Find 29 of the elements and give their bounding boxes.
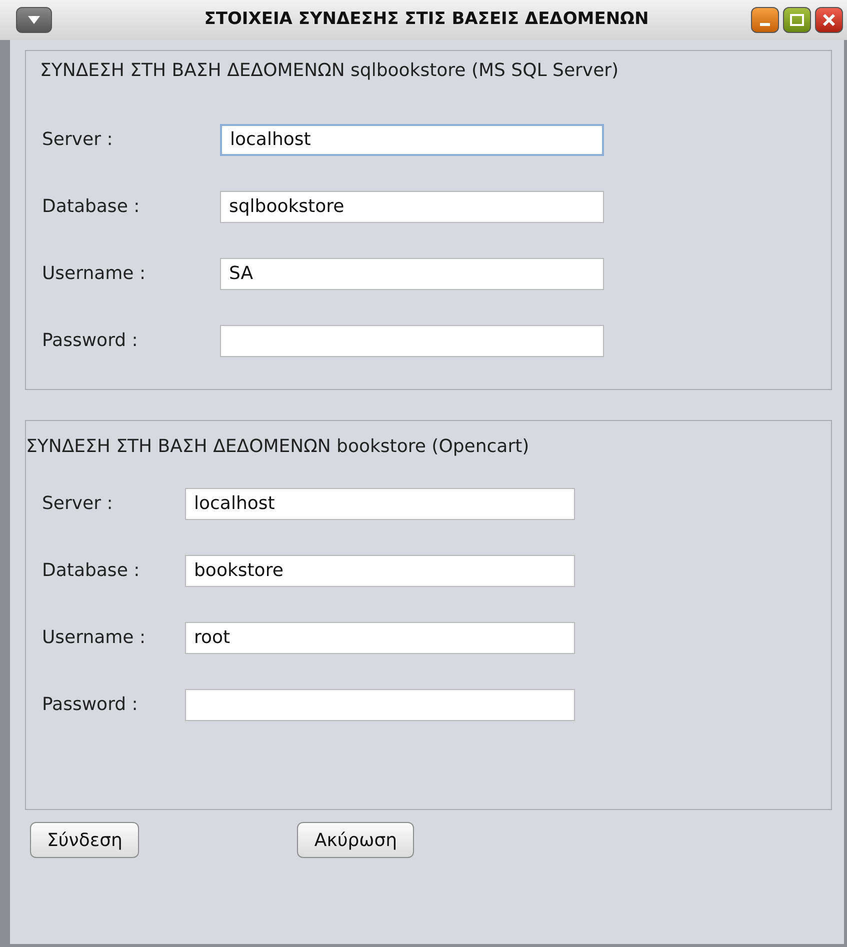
input-field[interactable]	[220, 324, 604, 356]
panel-title: ΣΥΝΔΕΣΗ ΣΤΗ ΒΑΣΗ ΔΕΔΟΜΕΝΩΝ sqlbookstore (MS SQL Server)	[40, 59, 619, 83]
input-field[interactable]: root	[185, 622, 575, 654]
field-label: Database :	[42, 559, 141, 583]
field-label: Password :	[42, 329, 139, 353]
input-field[interactable]	[185, 688, 575, 720]
input-field[interactable]: localhost	[185, 488, 575, 520]
input-field[interactable]: bookstore	[185, 554, 575, 586]
close-button[interactable]	[815, 7, 843, 33]
input-field[interactable]: sqlbookstore	[220, 190, 604, 222]
field-label: Server :	[42, 492, 114, 516]
close-icon	[822, 13, 836, 27]
field-label: Database :	[42, 195, 141, 219]
window-menu-button[interactable]	[16, 7, 52, 33]
field-label: Server :	[42, 128, 114, 152]
panel-title: ΣΥΝΔΕΣΗ ΣΤΗ ΒΑΣΗ ΔΕΔΟΜΕΝΩΝ bookstore (Opencart)	[26, 435, 530, 459]
input-field[interactable]: localhost	[220, 124, 604, 156]
minimize-icon	[760, 22, 770, 26]
field-label: Password :	[42, 693, 139, 717]
dialog-button[interactable]: Σύνδεση	[30, 822, 140, 858]
input-field[interactable]: SA	[220, 258, 604, 290]
window-title: ΣΤΟΙΧΕΙΑ ΣΥΝΔΕΣΗΣ ΣΤΙΣ ΒΑΣΕΙΣ ΔΕΔΟΜΕΝΩΝ	[203, 8, 650, 32]
maximize-button[interactable]	[783, 7, 811, 33]
dropdown-arrow-icon	[27, 15, 41, 25]
field-label: Username :	[42, 262, 147, 286]
field-label: Username :	[42, 626, 147, 650]
maximize-icon	[789, 13, 805, 27]
dialog-button[interactable]: Ακύρωση	[297, 822, 414, 858]
minimize-button[interactable]	[751, 7, 779, 33]
